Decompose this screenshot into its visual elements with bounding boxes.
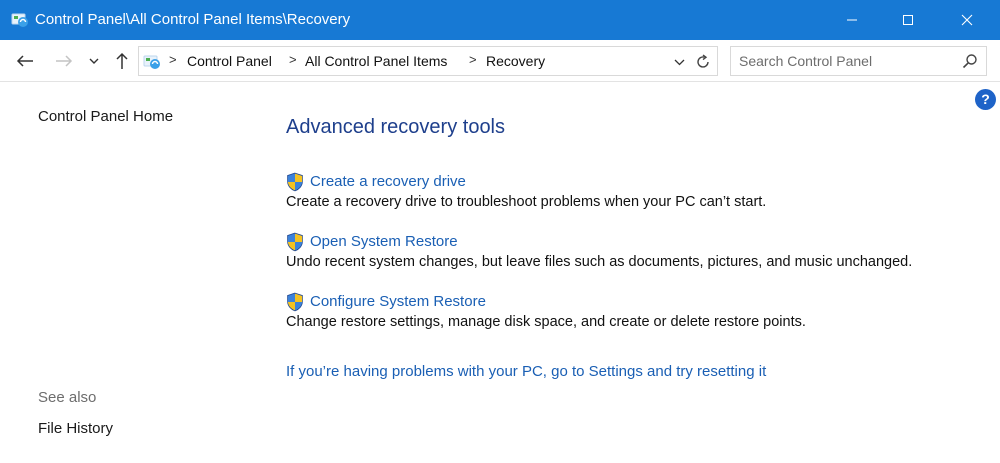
close-icon xyxy=(961,14,973,26)
breadcrumb-separator[interactable]: > xyxy=(169,52,177,67)
refresh-button[interactable] xyxy=(693,52,713,72)
create-recovery-drive-description: Create a recovery drive to troubleshoot … xyxy=(286,194,767,210)
breadcrumb-separator[interactable]: > xyxy=(289,52,297,67)
search-input[interactable] xyxy=(731,47,956,75)
breadcrumb-separator[interactable]: > xyxy=(469,52,477,67)
see-also-heading: See also xyxy=(38,389,97,406)
maximize-button[interactable] xyxy=(885,0,931,40)
arrow-up-icon xyxy=(116,52,128,69)
title-bar: Control Panel\All Control Panel Items\Re… xyxy=(0,0,1000,40)
refresh-icon xyxy=(697,54,709,68)
open-system-restore-description: Undo recent system changes, but leave fi… xyxy=(286,254,913,270)
configure-system-restore-description: Change restore settings, manage disk spa… xyxy=(286,314,806,330)
breadcrumb-control-panel[interactable]: Control Panel xyxy=(187,53,272,69)
minimize-icon xyxy=(847,19,857,21)
breadcrumb-all-items[interactable]: All Control Panel Items xyxy=(305,53,447,69)
search-box[interactable] xyxy=(730,46,987,76)
control-panel-icon xyxy=(143,55,160,69)
page-title: Advanced recovery tools xyxy=(286,116,506,138)
up-button[interactable] xyxy=(111,50,133,72)
chevron-down-icon xyxy=(674,59,684,66)
recent-locations-button[interactable] xyxy=(85,50,103,72)
maximize-icon xyxy=(903,15,913,25)
uac-shield-icon xyxy=(287,172,303,192)
sidebar-item-file-history[interactable]: File History xyxy=(38,420,113,437)
address-box[interactable]: > Control Panel > All Control Panel Item… xyxy=(138,46,718,76)
open-system-restore-link[interactable]: Open System Restore xyxy=(310,233,458,250)
back-button[interactable] xyxy=(14,50,36,72)
arrow-left-icon xyxy=(16,55,33,67)
minimize-button[interactable] xyxy=(829,0,875,40)
chevron-down-icon xyxy=(89,58,99,64)
uac-shield-icon xyxy=(287,232,303,252)
reset-pc-settings-link[interactable]: If you’re having problems with your PC, … xyxy=(286,363,766,380)
close-button[interactable] xyxy=(944,0,990,40)
address-dropdown-button[interactable] xyxy=(670,53,688,71)
navigation-bar: > Control Panel > All Control Panel Item… xyxy=(0,40,1000,82)
help-button[interactable]: ? xyxy=(975,89,996,110)
uac-shield-icon xyxy=(287,292,303,312)
control-panel-icon xyxy=(11,13,28,27)
forward-button[interactable] xyxy=(53,50,75,72)
breadcrumb-recovery[interactable]: Recovery xyxy=(486,53,545,69)
window-title: Control Panel\All Control Panel Items\Re… xyxy=(35,11,351,28)
create-recovery-drive-link[interactable]: Create a recovery drive xyxy=(310,173,466,190)
search-icon[interactable] xyxy=(962,53,978,69)
arrow-right-icon xyxy=(56,55,73,67)
sidebar-item-control-panel-home[interactable]: Control Panel Home xyxy=(38,108,173,125)
configure-system-restore-link[interactable]: Configure System Restore xyxy=(310,293,486,310)
